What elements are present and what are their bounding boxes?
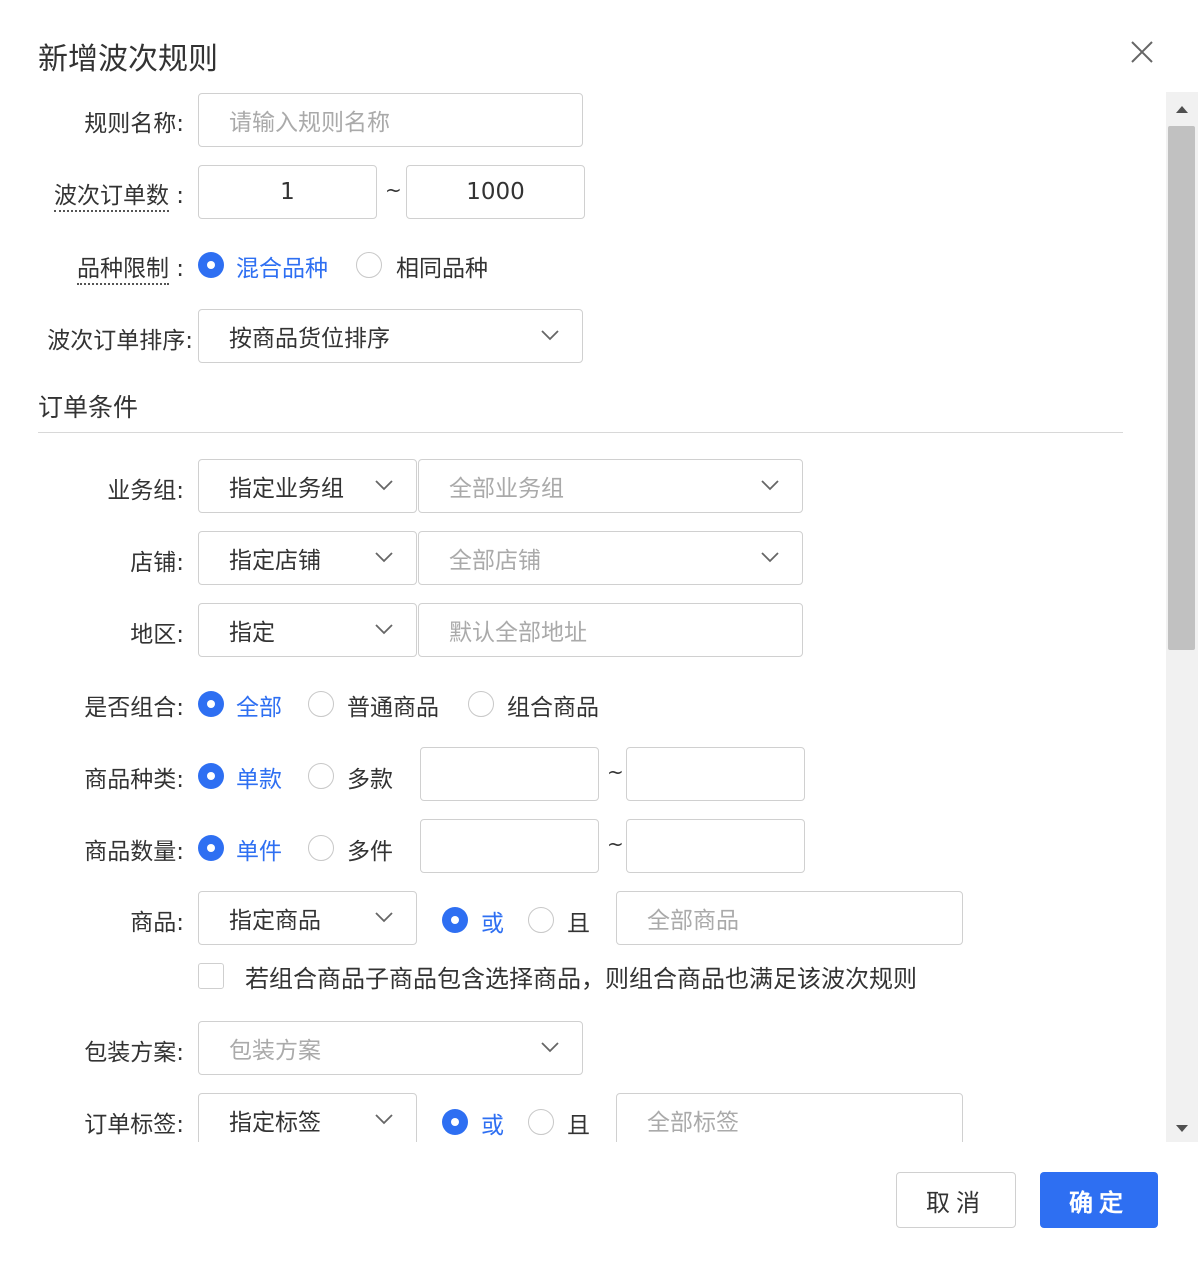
sku-kind-separator: ~ bbox=[607, 760, 624, 784]
radio-product-and-label[interactable]: 且 bbox=[567, 904, 590, 938]
order-tag-mode-select[interactable]: 指定标签 bbox=[198, 1093, 417, 1142]
chevron-down-icon bbox=[761, 552, 779, 563]
new-wave-rule-dialog: 新增波次规则 规则名称: 请输入规则名称 波次订单数 : 1 ~ 1000 品种… bbox=[0, 0, 1198, 1266]
radio-multi-sku[interactable] bbox=[308, 763, 334, 789]
radio-combo-combo[interactable] bbox=[468, 691, 494, 717]
packaging-label: 包装方案: bbox=[84, 1040, 184, 1066]
region-input[interactable]: 默认全部地址 bbox=[418, 603, 803, 657]
scroll-up-arrow-icon[interactable] bbox=[1174, 104, 1190, 114]
store-label: 店铺: bbox=[130, 550, 184, 576]
variety-limit-label: 品种限制 : bbox=[76, 249, 184, 285]
combo-include-checkbox[interactable] bbox=[198, 963, 224, 989]
radio-tag-and-label[interactable]: 且 bbox=[567, 1106, 590, 1140]
store-mode-select[interactable]: 指定店铺 bbox=[198, 531, 417, 585]
radio-combo-all-label[interactable]: 全部 bbox=[236, 688, 282, 722]
dialog-body: 规则名称: 请输入规则名称 波次订单数 : 1 ~ 1000 品种限制 : 混合… bbox=[0, 92, 1166, 1142]
dialog-title: 新增波次规则 bbox=[38, 42, 218, 77]
radio-single-item-label[interactable]: 单件 bbox=[236, 832, 282, 866]
business-group-mode-select[interactable]: 指定业务组 bbox=[198, 459, 417, 513]
chevron-down-icon bbox=[375, 912, 393, 923]
sort-select[interactable]: 按商品货位排序 bbox=[198, 309, 583, 363]
scrollbar-thumb[interactable] bbox=[1168, 126, 1195, 650]
sku-qty-max-input[interactable] bbox=[626, 819, 805, 873]
radio-tag-and[interactable] bbox=[528, 1109, 554, 1135]
sku-qty-separator: ~ bbox=[607, 832, 624, 856]
sku-kind-min-input[interactable] bbox=[420, 747, 599, 801]
radio-mixed-variety-label[interactable]: 混合品种 bbox=[236, 249, 328, 283]
radio-multi-item-label[interactable]: 多件 bbox=[347, 832, 393, 866]
close-icon[interactable] bbox=[1128, 38, 1156, 66]
sku-qty-label: 商品数量: bbox=[84, 839, 184, 865]
chevron-down-icon bbox=[375, 1114, 393, 1125]
radio-single-item[interactable] bbox=[198, 835, 224, 861]
product-mode-select[interactable]: 指定商品 bbox=[198, 891, 417, 945]
radio-product-or[interactable] bbox=[442, 907, 468, 933]
radio-combo-normal[interactable] bbox=[308, 691, 334, 717]
order-count-max-input[interactable]: 1000 bbox=[406, 165, 585, 219]
order-tag-label: 订单标签: bbox=[84, 1112, 184, 1138]
sku-kind-label: 商品种类: bbox=[84, 767, 184, 793]
store-select[interactable]: 全部店铺 bbox=[418, 531, 803, 585]
radio-multi-item[interactable] bbox=[308, 835, 334, 861]
order-conditions-title: 订单条件 bbox=[38, 393, 139, 422]
order-count-separator: ~ bbox=[385, 178, 402, 202]
variety-limit-colon: : bbox=[176, 256, 184, 282]
order-count-colon: : bbox=[176, 183, 184, 209]
store-mode-value: 指定店铺 bbox=[229, 548, 321, 574]
chevron-down-icon bbox=[375, 552, 393, 563]
region-mode-select[interactable]: 指定 bbox=[198, 603, 417, 657]
is-combo-label: 是否组合: bbox=[84, 695, 184, 721]
order-tag-input[interactable]: 全部标签 bbox=[616, 1093, 963, 1142]
product-label: 商品: bbox=[130, 910, 184, 936]
section-divider bbox=[38, 432, 1123, 433]
order-count-label: 波次订单数 : bbox=[53, 176, 184, 212]
radio-mixed-variety[interactable] bbox=[198, 252, 224, 278]
packaging-select-value: 包装方案 bbox=[229, 1038, 321, 1064]
scroll-down-arrow-icon[interactable] bbox=[1174, 1124, 1190, 1134]
business-group-value: 全部业务组 bbox=[449, 476, 564, 502]
rule-name-label: 规则名称: bbox=[84, 111, 184, 137]
sort-select-value: 按商品货位排序 bbox=[229, 326, 390, 352]
radio-product-or-label[interactable]: 或 bbox=[481, 904, 504, 938]
region-label: 地区: bbox=[130, 622, 184, 648]
cancel-button[interactable]: 取消 bbox=[896, 1172, 1016, 1228]
radio-tag-or[interactable] bbox=[442, 1109, 468, 1135]
radio-single-sku-label[interactable]: 单款 bbox=[236, 760, 282, 794]
sort-label: 波次订单排序: bbox=[47, 328, 193, 354]
radio-combo-combo-label[interactable]: 组合商品 bbox=[507, 688, 599, 722]
business-group-label: 业务组: bbox=[107, 478, 184, 504]
rule-name-input[interactable]: 请输入规则名称 bbox=[198, 93, 583, 147]
order-tag-mode-value: 指定标签 bbox=[229, 1110, 321, 1136]
radio-combo-all[interactable] bbox=[198, 691, 224, 717]
sku-qty-min-input[interactable] bbox=[420, 819, 599, 873]
radio-same-variety-label[interactable]: 相同品种 bbox=[396, 249, 488, 283]
chevron-down-icon bbox=[541, 1042, 559, 1053]
business-group-select[interactable]: 全部业务组 bbox=[418, 459, 803, 513]
sku-kind-max-input[interactable] bbox=[626, 747, 805, 801]
combo-include-checkbox-label[interactable]: 若组合商品子商品包含选择商品，则组合商品也满足该波次规则 bbox=[245, 959, 917, 994]
chevron-down-icon bbox=[761, 480, 779, 491]
variety-limit-label-text: 品种限制 bbox=[76, 256, 169, 285]
chevron-down-icon bbox=[541, 330, 559, 341]
radio-combo-normal-label[interactable]: 普通商品 bbox=[347, 688, 439, 722]
chevron-down-icon bbox=[375, 480, 393, 491]
confirm-button[interactable]: 确定 bbox=[1040, 1172, 1158, 1228]
order-count-min-input[interactable]: 1 bbox=[198, 165, 377, 219]
store-value: 全部店铺 bbox=[449, 548, 541, 574]
region-mode-value: 指定 bbox=[229, 620, 275, 646]
packaging-select[interactable]: 包装方案 bbox=[198, 1021, 583, 1075]
product-mode-value: 指定商品 bbox=[229, 908, 321, 934]
radio-single-sku[interactable] bbox=[198, 763, 224, 789]
radio-tag-or-label[interactable]: 或 bbox=[481, 1106, 504, 1140]
chevron-down-icon bbox=[375, 624, 393, 635]
radio-same-variety[interactable] bbox=[356, 252, 382, 278]
business-group-mode-value: 指定业务组 bbox=[229, 476, 344, 502]
order-count-label-text: 波次订单数 bbox=[53, 183, 169, 212]
radio-multi-sku-label[interactable]: 多款 bbox=[347, 760, 393, 794]
product-input[interactable]: 全部商品 bbox=[616, 891, 963, 945]
radio-product-and[interactable] bbox=[528, 907, 554, 933]
